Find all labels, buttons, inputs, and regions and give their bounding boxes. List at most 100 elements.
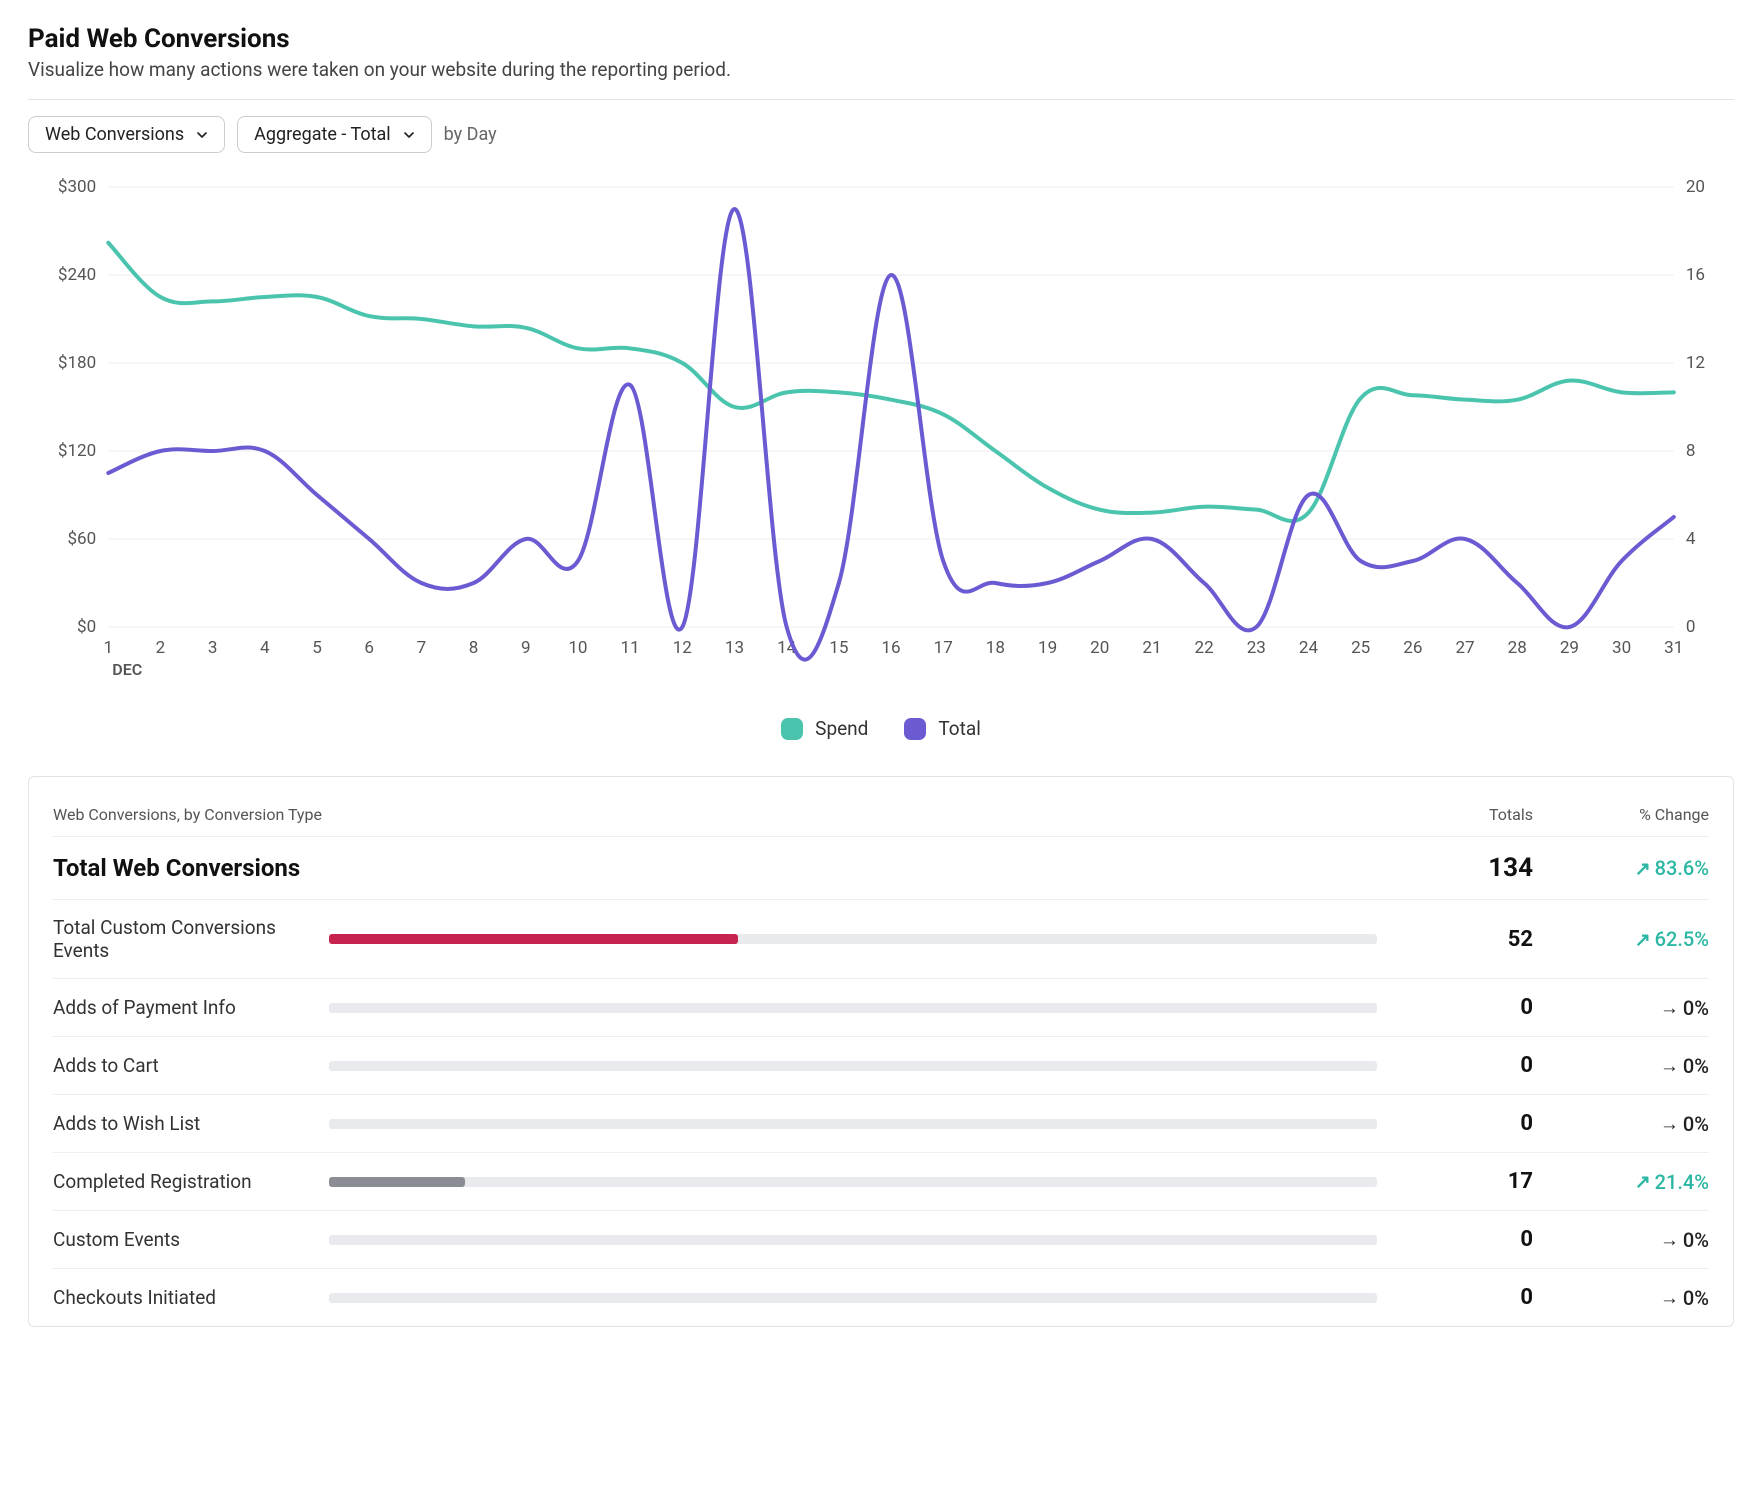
legend-item-spend[interactable]: Spend [781, 717, 868, 740]
svg-text:23: 23 [1247, 638, 1266, 658]
arrow-right-icon: → [1660, 1112, 1679, 1136]
table-row: Custom Events 0 → 0% [53, 1211, 1709, 1269]
grand-total-change-value: 83.6% [1655, 856, 1709, 880]
svg-text:31: 31 [1664, 638, 1683, 658]
aggregate-dropdown-label: Aggregate - Total [254, 124, 391, 145]
svg-text:$120: $120 [58, 441, 96, 461]
svg-text:16: 16 [1686, 265, 1705, 285]
table-row: Adds of Payment Info 0 → 0% [53, 979, 1709, 1037]
row-label: Adds to Cart [53, 1054, 313, 1077]
aggregate-dropdown[interactable]: Aggregate - Total [237, 116, 432, 153]
row-change-value: 21.4% [1655, 1170, 1709, 1194]
row-label: Adds of Payment Info [53, 996, 313, 1019]
arrow-right-icon: → [1660, 1286, 1679, 1310]
svg-text:7: 7 [417, 638, 427, 658]
legend-label-spend: Spend [815, 717, 868, 740]
row-change: → 0% [1549, 996, 1709, 1020]
svg-text:18: 18 [986, 638, 1005, 658]
row-bar [329, 934, 1377, 944]
row-bar [329, 1235, 1377, 1245]
row-total: 0 [1393, 1285, 1533, 1310]
row-label: Checkouts Initiated [53, 1286, 313, 1309]
legend-swatch-total [904, 718, 926, 740]
svg-text:8: 8 [469, 638, 479, 658]
svg-text:24: 24 [1299, 638, 1319, 658]
row-bar [329, 1293, 1377, 1303]
arrow-up-icon: ↗ [1635, 857, 1651, 880]
metric-dropdown-label: Web Conversions [45, 124, 184, 145]
grand-total-change: ↗ 83.6% [1549, 856, 1709, 880]
svg-text:10: 10 [568, 638, 587, 658]
svg-text:12: 12 [673, 638, 692, 658]
table-header-totals: Totals [1393, 805, 1533, 824]
svg-text:19: 19 [1038, 638, 1057, 658]
svg-text:28: 28 [1508, 638, 1527, 658]
row-change-value: 0% [1683, 1112, 1709, 1136]
table-row: Total Custom Conversions Events 52 ↗ 62.… [53, 900, 1709, 979]
table-header-change: % Change [1549, 805, 1709, 824]
grand-total-label: Total Web Conversions [53, 854, 1377, 882]
svg-text:$240: $240 [58, 265, 96, 285]
legend-label-total: Total [938, 717, 980, 740]
svg-text:$180: $180 [58, 353, 96, 373]
row-change: ↗ 62.5% [1549, 927, 1709, 951]
svg-text:0: 0 [1686, 617, 1696, 637]
svg-text:13: 13 [725, 638, 744, 658]
row-change-value: 0% [1683, 1286, 1709, 1310]
svg-text:$0: $0 [77, 617, 96, 637]
svg-text:17: 17 [934, 638, 953, 658]
conversions-table: Web Conversions, by Conversion Type Tota… [28, 776, 1734, 1327]
page-header: Paid Web Conversions Visualize how many … [28, 24, 1734, 100]
chart-svg: $0$60$120$180$240$3000481216201234567891… [28, 177, 1734, 697]
table-header-row: Web Conversions, by Conversion Type Tota… [53, 797, 1709, 837]
svg-text:30: 30 [1612, 638, 1631, 658]
table-header-label: Web Conversions, by Conversion Type [53, 805, 1377, 824]
row-change-value: 0% [1683, 996, 1709, 1020]
legend-item-total[interactable]: Total [904, 717, 980, 740]
row-total: 17 [1393, 1169, 1533, 1194]
chevron-down-icon [401, 127, 417, 143]
row-total: 0 [1393, 1227, 1533, 1252]
legend-swatch-spend [781, 718, 803, 740]
row-change-value: 62.5% [1655, 927, 1709, 951]
svg-text:20: 20 [1686, 177, 1705, 197]
row-label: Custom Events [53, 1228, 313, 1251]
row-label: Completed Registration [53, 1170, 313, 1193]
table-row: Adds to Cart 0 → 0% [53, 1037, 1709, 1095]
controls-row: Web Conversions Aggregate - Total by Day [28, 116, 1734, 153]
table-row: Completed Registration 17 ↗ 21.4% [53, 1153, 1709, 1211]
svg-text:9: 9 [521, 638, 531, 658]
svg-text:27: 27 [1455, 638, 1474, 658]
row-total: 52 [1393, 927, 1533, 952]
by-day-label: by Day [444, 124, 497, 145]
svg-text:$300: $300 [58, 177, 96, 197]
svg-text:16: 16 [881, 638, 900, 658]
row-total: 0 [1393, 995, 1533, 1020]
row-total: 0 [1393, 1053, 1533, 1078]
svg-text:26: 26 [1403, 638, 1422, 658]
svg-text:1: 1 [103, 638, 113, 658]
metric-dropdown[interactable]: Web Conversions [28, 116, 225, 153]
row-change: → 0% [1549, 1228, 1709, 1252]
svg-text:15: 15 [829, 638, 848, 658]
svg-text:22: 22 [1195, 638, 1214, 658]
svg-text:4: 4 [260, 638, 270, 658]
row-change: → 0% [1549, 1112, 1709, 1136]
svg-text:8: 8 [1686, 441, 1696, 461]
page-title: Paid Web Conversions [28, 24, 1734, 54]
svg-text:4: 4 [1686, 529, 1696, 549]
svg-text:29: 29 [1560, 638, 1579, 658]
row-label: Adds to Wish List [53, 1112, 313, 1135]
page-subtitle: Visualize how many actions were taken on… [28, 58, 1734, 81]
svg-text:6: 6 [364, 638, 374, 658]
arrow-right-icon: → [1660, 1228, 1679, 1252]
svg-text:DEC: DEC [112, 660, 142, 679]
chart-legend: Spend Total [28, 717, 1734, 740]
conversions-chart: $0$60$120$180$240$3000481216201234567891… [28, 177, 1734, 697]
svg-text:12: 12 [1686, 353, 1705, 373]
arrow-up-icon: ↗ [1635, 928, 1651, 951]
svg-text:5: 5 [312, 638, 322, 658]
svg-text:21: 21 [1142, 638, 1161, 658]
svg-text:20: 20 [1090, 638, 1109, 658]
arrow-right-icon: → [1660, 1054, 1679, 1078]
